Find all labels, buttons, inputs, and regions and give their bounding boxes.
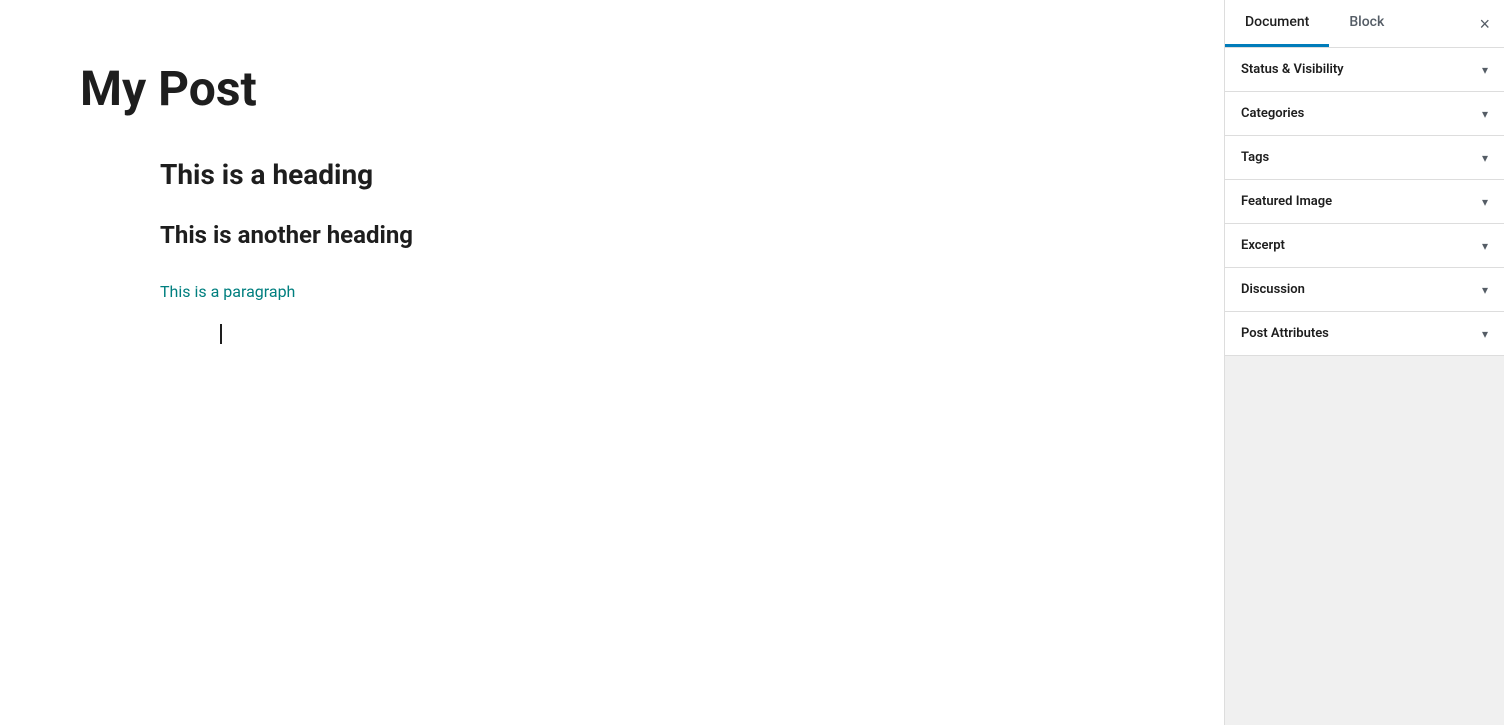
content-area: This is a heading This is another headin…	[80, 158, 1144, 345]
editor-area: My Post This is a heading This is anothe…	[0, 0, 1224, 725]
chevron-down-icon-tags: ▾	[1482, 151, 1488, 165]
sidebar-section-header-status-visibility[interactable]: Status & Visibility ▾	[1225, 48, 1504, 91]
sidebar-section-excerpt: Excerpt ▾	[1225, 224, 1504, 268]
sidebar-section-categories: Categories ▾	[1225, 92, 1504, 136]
sidebar-panel: Status & Visibility▾Categories▾Tags▾Feat…	[1225, 48, 1504, 387]
sidebar-section-header-categories[interactable]: Categories ▾	[1225, 92, 1504, 135]
sidebar-header: Document Block ×	[1225, 0, 1504, 48]
sidebar-section-header-featured-image[interactable]: Featured Image ▾	[1225, 180, 1504, 223]
chevron-down-icon-categories: ▾	[1482, 107, 1488, 121]
sidebar-section-featured-image: Featured Image ▾	[1225, 180, 1504, 224]
chevron-down-icon-excerpt: ▾	[1482, 239, 1488, 253]
text-cursor	[220, 324, 222, 344]
tab-block[interactable]: Block	[1329, 0, 1404, 47]
sidebar-section-header-tags[interactable]: Tags ▾	[1225, 136, 1504, 179]
chevron-down-icon-discussion: ▾	[1482, 283, 1488, 297]
chevron-down-icon-post-attributes: ▾	[1482, 327, 1488, 341]
sidebar-section-header-discussion[interactable]: Discussion ▾	[1225, 268, 1504, 311]
sidebar-section-label-post-attributes: Post Attributes	[1241, 326, 1329, 341]
paragraph[interactable]: This is a paragraph	[160, 279, 1144, 305]
heading-2[interactable]: This is another heading	[160, 221, 1144, 249]
sidebar-section-label-status-visibility: Status & Visibility	[1241, 62, 1344, 77]
sidebar-section-label-discussion: Discussion	[1241, 282, 1305, 297]
post-title[interactable]: My Post	[80, 60, 1144, 118]
sidebar-section-header-excerpt[interactable]: Excerpt ▾	[1225, 224, 1504, 267]
tab-document[interactable]: Document	[1225, 0, 1329, 47]
sidebar-section-label-excerpt: Excerpt	[1241, 238, 1285, 253]
sidebar: Document Block × Status & Visibility▾Cat…	[1224, 0, 1504, 725]
sidebar-empty-area	[1225, 387, 1504, 725]
sidebar-section-post-attributes: Post Attributes ▾	[1225, 312, 1504, 356]
sidebar-section-tags: Tags ▾	[1225, 136, 1504, 180]
sidebar-section-label-tags: Tags	[1241, 150, 1269, 165]
close-button[interactable]: ×	[1465, 5, 1504, 43]
chevron-down-icon-status-visibility: ▾	[1482, 63, 1488, 77]
sidebar-section-label-categories: Categories	[1241, 106, 1304, 121]
chevron-down-icon-featured-image: ▾	[1482, 195, 1488, 209]
sidebar-section-discussion: Discussion ▾	[1225, 268, 1504, 312]
sidebar-section-status-visibility: Status & Visibility ▾	[1225, 48, 1504, 92]
sidebar-section-label-featured-image: Featured Image	[1241, 194, 1332, 209]
heading-1[interactable]: This is a heading	[160, 158, 1144, 191]
sidebar-section-header-post-attributes[interactable]: Post Attributes ▾	[1225, 312, 1504, 355]
